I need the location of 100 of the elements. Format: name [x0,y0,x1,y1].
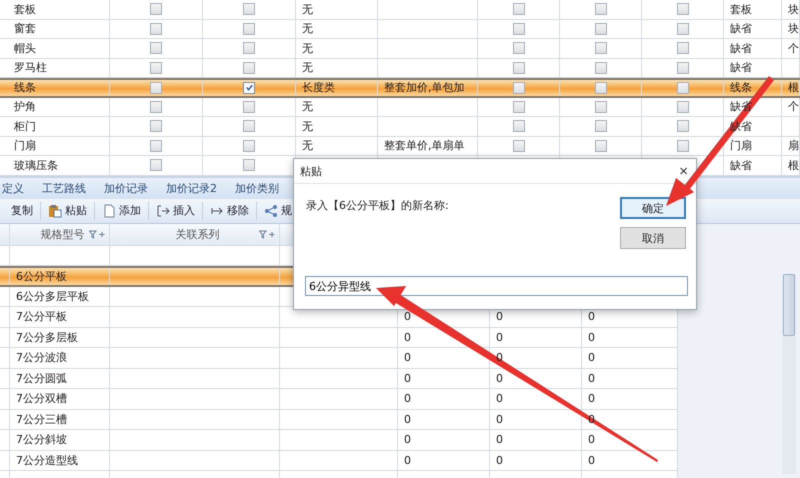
checkbox[interactable] [676,100,688,113]
checkbox[interactable] [150,100,162,113]
checkbox[interactable] [150,159,162,172]
dialog-button[interactable]: 取消 [620,227,686,249]
table-cell: 块 [788,2,799,17]
checkbox[interactable] [512,62,524,74]
checkbox[interactable] [243,82,255,94]
checkbox[interactable] [243,3,255,16]
checkbox[interactable] [594,140,606,152]
checkbox[interactable] [512,22,524,35]
column-header[interactable]: 规格型号 [40,226,84,242]
toolbar-button[interactable]: 复制 [4,202,41,220]
table-cell: 6公分多层平板 [16,288,89,304]
table-cell: 0 [588,351,595,364]
tab[interactable]: 加价类别 [235,180,279,196]
checkbox[interactable] [243,140,255,152]
close-button[interactable]: × [677,162,690,180]
tab[interactable]: 加价记录 [104,180,148,196]
tab[interactable]: 定义 [2,180,24,196]
table-cell: 7公分斜坡 [16,432,67,448]
table-cell: 7公分平板 [16,309,67,324]
checkbox[interactable] [676,140,688,152]
tab[interactable]: 工艺路线 [42,180,86,196]
checkbox[interactable] [594,120,606,132]
table-cell: 长度类 [302,80,335,96]
checkbox[interactable] [594,100,606,113]
table-cell: 7公分三槽 [16,412,67,427]
table-cell: 套板 [730,2,752,17]
table-cell: 7公分波浪 [16,350,67,366]
checkbox[interactable] [150,3,162,16]
table-cell: 0 [404,412,411,426]
checkbox[interactable] [512,82,524,94]
column-header[interactable]: 关联系列 [176,226,220,242]
table-cell: 帽头 [14,40,36,56]
toolbar-button[interactable]: 添加 [95,202,149,220]
table-cell: 线条 [730,80,752,96]
table-cell: 0 [588,392,595,406]
table-cell: 缺省 [730,40,752,56]
name-input-field[interactable]: 6公分异型线 [305,276,688,296]
checkbox[interactable] [676,42,688,54]
table-cell: 缺省 [730,60,752,76]
checkbox[interactable] [512,140,524,152]
table-cell: 0 [496,433,503,446]
checkbox[interactable] [676,82,688,94]
checkbox[interactable] [512,100,524,113]
checkbox[interactable] [150,82,162,94]
table-cell: 无 [302,21,313,36]
checkbox[interactable] [676,22,688,35]
table-cell: 个 [788,40,799,56]
filter-icon[interactable] [259,230,275,238]
table-cell: 0 [588,454,595,467]
checkbox[interactable] [594,22,606,35]
table-cell: 0 [404,392,411,406]
toolbar-button[interactable]: 移除 [203,202,257,220]
checkbox[interactable] [243,42,255,54]
table-cell: 整套单价,单扇单 [384,138,464,154]
checkbox[interactable] [594,82,606,94]
table-cell: 0 [496,372,503,385]
checkbox[interactable] [676,120,688,132]
checkbox[interactable] [512,120,524,132]
table-cell: 缺省 [730,158,752,173]
scrollbar[interactable] [782,274,796,474]
table-cell: 无 [302,99,313,114]
checkbox[interactable] [243,62,255,74]
checkbox[interactable] [150,62,162,74]
table-cell: 无 [302,60,313,76]
checkbox[interactable] [512,42,524,54]
table-cell: 0 [588,372,595,385]
filter-icon[interactable] [89,230,105,238]
toolbar-button[interactable]: 插入 [149,202,203,220]
table-cell: 根 [788,80,799,96]
table-cell: 门扇 [730,138,752,154]
checkbox[interactable] [150,42,162,54]
table-cell: 扇 [788,138,799,154]
checkbox[interactable] [150,140,162,152]
table-cell: 整套加价,单包加 [384,80,464,96]
checkbox[interactable] [150,120,162,132]
checkbox[interactable] [594,42,606,54]
checkbox[interactable] [676,3,688,16]
checkbox[interactable] [594,3,606,16]
table-cell: 0 [404,454,411,467]
checkbox[interactable] [243,100,255,113]
table-cell: 窗套 [14,21,36,36]
table-cell: 0 [496,412,503,426]
checkbox[interactable] [243,120,255,132]
dialog-title: 粘贴 [300,164,322,178]
dialog-button[interactable]: 确定 [620,197,686,219]
checkbox[interactable] [150,22,162,35]
table-cell: 0 [588,330,595,344]
table-cell: 无 [302,40,313,56]
checkbox[interactable] [512,3,524,16]
checkbox[interactable] [594,62,606,74]
nodes-icon [264,204,278,218]
toolbar-button[interactable]: 粘贴 [41,202,95,220]
table-cell: 柜门 [14,118,36,134]
checkbox[interactable] [243,22,255,35]
table-cell: 线条 [14,80,36,96]
checkbox[interactable] [676,62,688,74]
checkbox[interactable] [243,159,255,172]
tab[interactable]: 加价记录2 [166,180,217,196]
